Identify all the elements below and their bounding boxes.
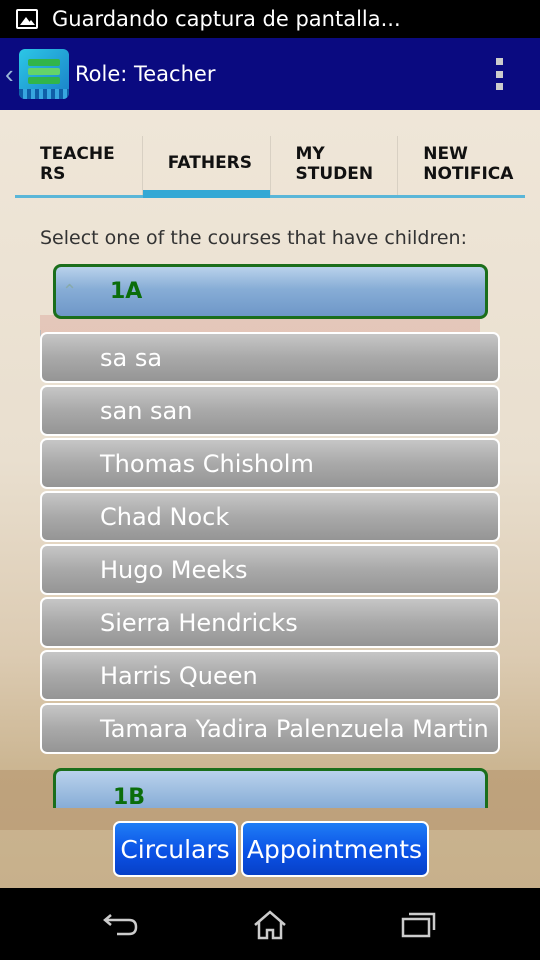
main-content: TEACHE RS FATHERS MY STUDEN NEW NOTIFICA Se… [0,110,540,888]
list-item[interactable]: Chad Nock [40,491,500,542]
chevron-left-icon[interactable]: ‹ [5,59,17,90]
navigation-bar [0,888,540,960]
home-icon[interactable] [252,910,288,940]
tab-my-students[interactable]: MY STUDEN [271,136,399,195]
list-item[interactable]: Thomas Chisholm [40,438,500,489]
tab-teachers[interactable]: TEACHE RS [15,136,143,195]
list-item[interactable]: san san [40,385,500,436]
list-item[interactable]: Tamara Yadira Palenzuela Martin [40,703,500,754]
list-item[interactable]: sa sa [40,332,500,383]
course-label: 1A [110,279,143,304]
back-icon[interactable] [103,910,139,936]
status-bar: Guardando captura de pantalla... [0,0,540,38]
app-logo-icon[interactable] [19,49,69,99]
course-group-header[interactable]: 1B [53,768,488,808]
bottom-buttons: Circulars Appointments [0,821,540,879]
status-text: Guardando captura de pantalla... [52,7,401,31]
list-item[interactable]: Sierra Hendricks [40,597,500,648]
instruction-text: Select one of the courses that have chil… [40,227,467,249]
tab-label: FATHERS [167,153,253,173]
course-group-header[interactable]: ⌃ 1A [53,264,488,319]
tab-fathers[interactable]: FATHERS [142,136,271,198]
course-label: 1B [113,785,146,808]
action-bar: ‹ Role: Teacher [0,38,540,110]
appointments-button[interactable]: Appointments [240,821,429,877]
image-icon [16,9,38,29]
children-list: sa sa san san Thomas Chisholm Chad Nock … [40,332,500,756]
chevron-up-icon: ⌃ [62,281,78,301]
tab-label: MY STUDEN [295,144,374,184]
page-title: Role: Teacher [75,62,216,86]
tab-new-notifications[interactable]: NEW NOTIFICA [398,136,525,195]
list-item[interactable]: Hugo Meeks [40,544,500,595]
circulars-button[interactable]: Circulars [112,821,238,877]
list-item[interactable]: Harris Queen [40,650,500,701]
overflow-menu-icon[interactable] [496,58,504,90]
tab-label: TEACHE RS [40,144,115,184]
tab-bar: TEACHE RS FATHERS MY STUDEN NEW NOTIFICA [15,136,525,198]
tab-label: NEW NOTIFICA [423,144,514,184]
recent-apps-icon[interactable] [401,910,437,938]
